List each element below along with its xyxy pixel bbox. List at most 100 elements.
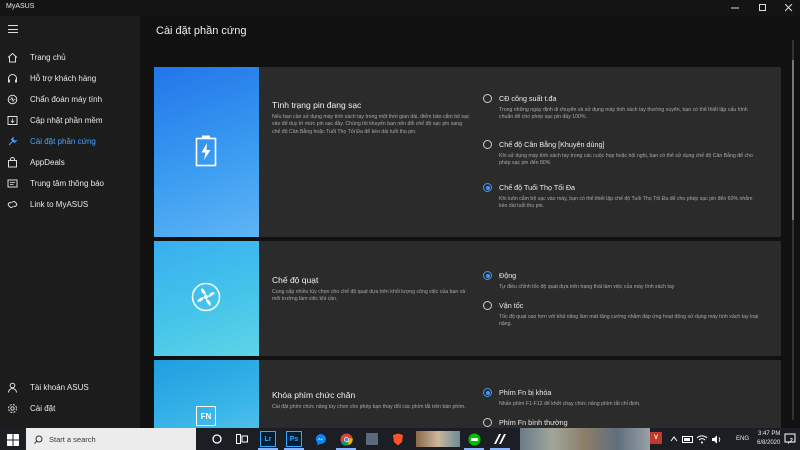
card-description: Cài đặt phím chức năng tùy chọn cho phép…: [272, 404, 466, 410]
sidebar-item-label: Chẩn đoán máy tính: [30, 94, 103, 104]
close-icon[interactable]: [776, 0, 800, 16]
option-label: Phím Fn bình thường: [499, 418, 568, 427]
sidebar-item-link-to-myasus[interactable]: Link to MyASUS: [0, 194, 140, 214]
sidebar-item-notifications[interactable]: Trung tâm thông báo: [0, 173, 140, 193]
home-icon: [6, 51, 18, 63]
search-icon: [34, 435, 43, 444]
clock-date[interactable]: 6/8/2020: [757, 440, 780, 446]
sidebar-item-appdeals[interactable]: AppDeals: [0, 152, 140, 172]
fan-banner: [154, 241, 259, 356]
notification-icon: [6, 177, 18, 189]
asus-icon[interactable]: [492, 431, 508, 447]
messenger-icon[interactable]: [312, 431, 328, 447]
app-title: MyASUS: [6, 3, 35, 10]
chrome-icon[interactable]: [338, 431, 354, 447]
radio-button[interactable]: [483, 94, 492, 103]
option-label: CĐ công suất t.đa: [499, 94, 557, 103]
photoshop-icon[interactable]: Ps: [286, 431, 302, 447]
fn-key-icon: FN: [196, 406, 216, 426]
notification-count-badge: 2: [790, 438, 793, 444]
battery-charging-card: Tình trạng pin đang sạc Nếu bạn cần sử d…: [154, 67, 781, 237]
title-bar: MyASUS: [0, 0, 800, 16]
radio-button[interactable]: [483, 418, 492, 427]
radio-button-selected[interactable]: [483, 271, 492, 280]
taskbar-wallpaper-strip: [520, 428, 650, 450]
option-description: Tự điều chỉnh tốc độ quạt dựa trên trạng…: [499, 284, 675, 290]
sidebar-item-label: Link to MyASUS: [30, 199, 89, 209]
option-label: Phím Fn bị khóa: [499, 388, 552, 397]
account-icon: [6, 381, 18, 393]
fn-key-icon-label: FN: [200, 411, 212, 421]
option-description: Trong những ngày định di chuyển và sử dụ…: [499, 107, 748, 121]
diagnosis-icon: [6, 93, 18, 105]
radio-button[interactable]: [483, 301, 492, 310]
option-label: Chế độ Cân Bằng [Khuyên dùng]: [499, 140, 605, 149]
option-description: Tốc độ quạt cao hơn với khả năng làm mát…: [499, 314, 759, 328]
settings-icon: [6, 402, 18, 414]
sidebar-item-label: Trung tâm thông báo: [30, 178, 104, 188]
card-title: Tình trạng pin đang sạc: [272, 100, 362, 110]
option-label: Động: [499, 271, 517, 280]
link-icon: [6, 198, 18, 210]
option-description: Nhấn phím F1-F12 để khởi chạy chức năng …: [499, 401, 641, 407]
sidebar-item-label: Cập nhật phần mềm: [30, 115, 103, 125]
battery-banner: [154, 67, 259, 237]
sidebar-item-label: Cài đặt phần cứng: [30, 136, 96, 146]
hamburger-menu-icon[interactable]: [8, 25, 18, 33]
main-content: Cài đặt phần cứng Tình trạng pin đang sạ…: [140, 16, 800, 428]
sidebar-item-label: Hỗ trợ khách hàng: [30, 73, 97, 83]
fn-key-banner: FN: [154, 360, 259, 428]
sidebar-item-label: Cài đặt: [30, 403, 56, 413]
photoshop-icon-label: Ps: [289, 435, 299, 443]
scrollbar-thumb[interactable]: [792, 60, 794, 220]
sidebar-item-hardware-settings[interactable]: Cài đặt phần cứng: [0, 131, 140, 151]
line-icon[interactable]: [466, 431, 482, 447]
taskbar-search-box[interactable]: Start a search: [26, 428, 196, 450]
sidebar-item-asus-account[interactable]: Tài khoản ASUS: [0, 377, 140, 397]
sidebar-item-home[interactable]: Trang chủ: [0, 47, 140, 67]
page-title: Cài đặt phần cứng: [156, 25, 247, 37]
lightroom-icon-label: Lr: [264, 435, 272, 443]
sidebar-item-label: AppDeals: [30, 157, 65, 167]
sidebar-item-diagnosis[interactable]: Chẩn đoán máy tính: [0, 89, 140, 109]
update-icon: [6, 114, 18, 126]
brave-icon[interactable]: [390, 431, 406, 447]
card-description: Nếu bạn cần sử dụng máy tính xách tay tr…: [272, 114, 470, 135]
card-title: Khóa phím chức chăn: [272, 390, 356, 400]
volume-icon[interactable]: [708, 431, 724, 447]
option-label: Vận tốc: [499, 301, 524, 310]
action-center-icon[interactable]: 2: [783, 432, 797, 446]
lightroom-icon[interactable]: Lr: [260, 431, 276, 447]
sidebar-item-label: Trang chủ: [30, 52, 66, 62]
bag-icon: [6, 156, 18, 168]
maximize-icon[interactable]: [750, 0, 776, 16]
windows-start-icon[interactable]: [7, 433, 19, 446]
tray-app-icon[interactable]: V: [650, 432, 662, 444]
app-icon[interactable]: [364, 431, 380, 447]
sidebar-item-update[interactable]: Cập nhật phần mềm: [0, 110, 140, 130]
minimize-icon[interactable]: [722, 0, 748, 16]
card-title: Chế độ quạt: [272, 275, 319, 285]
hardware-settings-icon: [6, 135, 18, 147]
headset-icon: [6, 72, 18, 84]
battery-charging-icon: [195, 135, 217, 172]
task-view-icon[interactable]: [234, 431, 250, 447]
cortana-icon[interactable]: [209, 431, 225, 447]
option-label: Chế độ Tuổi Thọ Tối Đa: [499, 183, 576, 192]
radio-button-selected[interactable]: [483, 388, 492, 397]
sidebar-item-support[interactable]: Hỗ trợ khách hàng: [0, 68, 140, 88]
fan-mode-card: Chế độ quạt Cung cấp nhiều tùy chọn cho …: [154, 241, 781, 356]
clock-time[interactable]: 3:47 PM: [758, 431, 780, 437]
sidebar-item-settings[interactable]: Cài đặt: [0, 398, 140, 418]
search-placeholder: Start a search: [49, 434, 96, 444]
fn-key-lock-card: FN Khóa phím chức chăn Cài đặt phím chức…: [154, 360, 781, 428]
language-indicator[interactable]: ENG: [736, 436, 749, 442]
taskbar: Start a search Lr Ps V ENG 3:47 PM 6/8/2…: [0, 428, 800, 450]
photo-icon[interactable]: [416, 431, 460, 447]
radio-button[interactable]: [483, 140, 492, 149]
sidebar: Trang chủ Hỗ trợ khách hàng Chẩn đoán má…: [0, 16, 140, 428]
radio-button-selected[interactable]: [483, 183, 492, 192]
sidebar-item-label: Tài khoản ASUS: [30, 382, 89, 392]
fan-icon: [191, 282, 221, 317]
option-description: Khi luôn cắm bộ sạc vào máy, bạn có thể …: [499, 196, 753, 210]
